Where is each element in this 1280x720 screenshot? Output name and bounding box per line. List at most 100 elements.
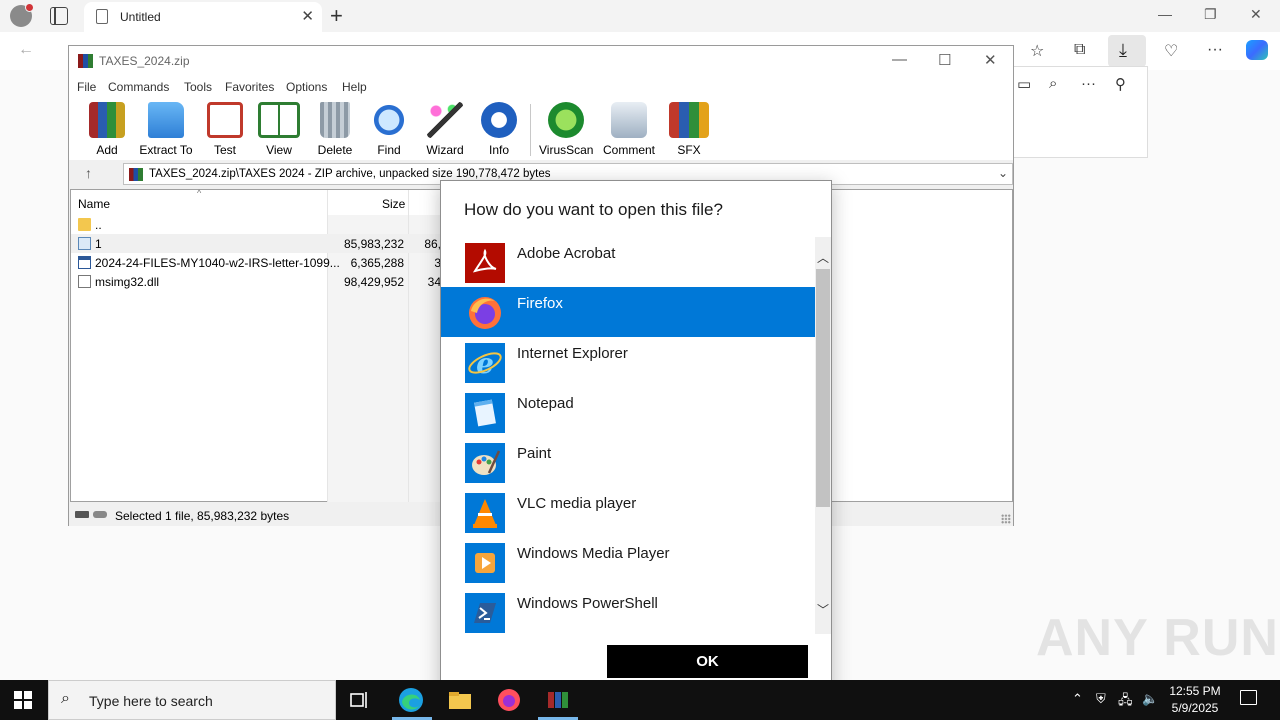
search-icon[interactable]: ⌕ — [1049, 75, 1057, 92]
menu-tools[interactable]: Tools — [184, 80, 212, 94]
winrar-taskbar-icon[interactable] — [544, 686, 572, 714]
virus-icon — [548, 102, 584, 138]
page-icon — [96, 9, 108, 24]
resize-grip[interactable] — [1001, 514, 1011, 524]
notification-icon[interactable] — [1240, 690, 1257, 705]
show-hidden-icons[interactable]: ⌃ — [1072, 691, 1083, 707]
menu-help[interactable]: Help — [342, 80, 367, 94]
start-button[interactable] — [14, 691, 32, 709]
favorites-icon[interactable]: ☆ — [1030, 41, 1044, 61]
comment-button[interactable]: Comment — [601, 102, 657, 157]
list-item[interactable]: 1 85,983,232 86, — [71, 234, 441, 253]
test-button[interactable]: Test — [205, 102, 245, 157]
winrar-titlebar: TAXES_2024.zip — ☐ ✕ — [69, 46, 1013, 76]
winrar-title: TAXES_2024.zip — [99, 54, 190, 68]
more-icon[interactable]: ··· — [1207, 41, 1223, 59]
network-icon[interactable]: 🖧 — [1118, 691, 1133, 713]
magnifier-icon — [371, 102, 407, 138]
winrar-maximize-button[interactable]: ☐ — [938, 51, 951, 69]
file-explorer-icon[interactable] — [446, 686, 474, 714]
browser-tab[interactable]: Untitled ✕ — [84, 2, 322, 32]
browser-restore-button[interactable]: ❐ — [1204, 6, 1217, 23]
winrar-menubar: File Commands Tools Favorites Options He… — [69, 76, 1013, 98]
info-icon — [481, 102, 517, 138]
folder-icon[interactable]: ▭ — [1017, 75, 1031, 93]
info-button[interactable]: Info — [481, 102, 517, 157]
list-item[interactable]: .. — [71, 215, 441, 234]
column-size[interactable]: Size — [382, 197, 405, 211]
tab-title: Untitled — [120, 10, 161, 24]
app-item-windows-media-player[interactable]: Windows Media Player — [441, 537, 815, 587]
app-item-adobe-acrobat[interactable]: Adobe Acrobat — [441, 237, 815, 287]
winrar-close-button[interactable]: ✕ — [984, 51, 997, 69]
menu-options[interactable]: Options — [286, 80, 327, 94]
app-item-notepad[interactable]: Notepad — [441, 387, 815, 437]
browser-essentials-icon[interactable]: ♡ — [1164, 41, 1178, 61]
menu-commands[interactable]: Commands — [108, 80, 169, 94]
firefox-taskbar-icon[interactable] — [495, 686, 523, 714]
app-item-firefox[interactable]: Firefox — [441, 287, 815, 337]
sfx-icon — [669, 102, 709, 138]
menu-file[interactable]: File — [77, 80, 96, 94]
system-clock[interactable]: 12:55 PM 5/9/2025 — [1168, 683, 1222, 717]
browser-tab-bar: Untitled ✕ + — ❐ ✕ — [0, 0, 1280, 32]
new-tab-button[interactable]: + — [330, 3, 343, 29]
virusscan-button[interactable]: VirusScan — [539, 102, 593, 157]
chevron-up-icon[interactable]: ︿ — [815, 249, 831, 267]
list-item[interactable]: 2024-24-FILES-MY1040-w2-IRS-letter-1099.… — [71, 253, 441, 272]
extract-to-button[interactable]: Extract To — [139, 102, 193, 157]
edge-icon[interactable] — [397, 686, 425, 714]
ok-button[interactable]: OK — [607, 645, 808, 678]
path-text: TAXES_2024.zip\TAXES 2024 - ZIP archive,… — [149, 168, 551, 180]
chevron-down-icon[interactable]: ⌄ — [998, 166, 1008, 180]
view-button[interactable]: View — [257, 102, 301, 157]
browser-close-button[interactable]: ✕ — [1250, 6, 1262, 23]
app-item-internet-explorer[interactable]: e Internet Explorer — [441, 337, 815, 387]
tab-close-button[interactable]: ✕ — [301, 7, 314, 25]
app-item-paint[interactable]: Paint — [441, 437, 815, 487]
task-view-icon[interactable] — [346, 686, 374, 714]
profile-icon[interactable] — [10, 3, 34, 27]
delete-button[interactable]: Delete — [313, 102, 357, 157]
winrar-toolbar: Add Extract To Test View Delete Find Wiz… — [69, 98, 1013, 160]
search-placeholder: Type here to search — [89, 693, 213, 709]
wizard-button[interactable]: Wizard — [423, 102, 467, 157]
pin-icon[interactable]: ⚲ — [1115, 75, 1126, 93]
downloads-button[interactable]: ⤓ — [1108, 35, 1146, 67]
archive-icon — [129, 168, 143, 181]
taskbar: ⌕ Type here to search ⌃ ⛨ 🖧 🔈 12:55 PM 5… — [0, 680, 1280, 720]
back-icon[interactable]: ← — [18, 41, 34, 59]
list-item[interactable]: msimg32.dll 98,429,952 34 — [71, 272, 441, 291]
find-button[interactable]: Find — [369, 102, 409, 157]
volume-icon[interactable]: 🔈 — [1142, 691, 1158, 707]
add-icon — [89, 102, 125, 138]
app-item-windows-powershell[interactable]: Windows PowerShell — [441, 587, 815, 634]
collections-icon[interactable]: ⧉ — [1074, 41, 1085, 59]
taskbar-search[interactable]: ⌕ Type here to search — [48, 680, 336, 720]
browser-minimize-button[interactable]: — — [1158, 6, 1172, 22]
up-folder-icon[interactable]: ↑ — [85, 165, 92, 181]
add-button[interactable]: Add — [87, 102, 127, 157]
sfx-button[interactable]: SFX — [669, 102, 709, 157]
firefox-icon — [469, 297, 501, 329]
windows-media-player-icon — [465, 543, 505, 583]
view-book-icon — [258, 102, 300, 138]
vlc-icon — [465, 493, 505, 533]
more-options-icon[interactable]: ··· — [1081, 75, 1096, 92]
tab-actions-icon[interactable] — [50, 7, 68, 25]
powershell-icon — [465, 593, 505, 633]
app-list-scrollbar[interactable]: ︿ ﹀ — [815, 237, 831, 634]
app-item-vlc[interactable]: VLC media player — [441, 487, 815, 537]
anyrun-watermark: ANY RUN — [1036, 609, 1279, 667]
column-name[interactable]: Name — [78, 197, 110, 211]
security-icon[interactable]: ⛨ — [1096, 691, 1106, 707]
chevron-down-icon[interactable]: ﹀ — [815, 601, 831, 619]
winrar-icon — [78, 54, 93, 68]
test-clipboard-icon — [207, 102, 243, 138]
winrar-minimize-button[interactable]: — — [892, 51, 907, 68]
scrollbar-thumb[interactable] — [816, 269, 830, 507]
folder-up-icon — [78, 218, 91, 231]
status-text: Selected 1 file, 85,983,232 bytes — [115, 509, 290, 523]
copilot-icon[interactable] — [1246, 40, 1268, 60]
menu-favorites[interactable]: Favorites — [225, 80, 274, 94]
